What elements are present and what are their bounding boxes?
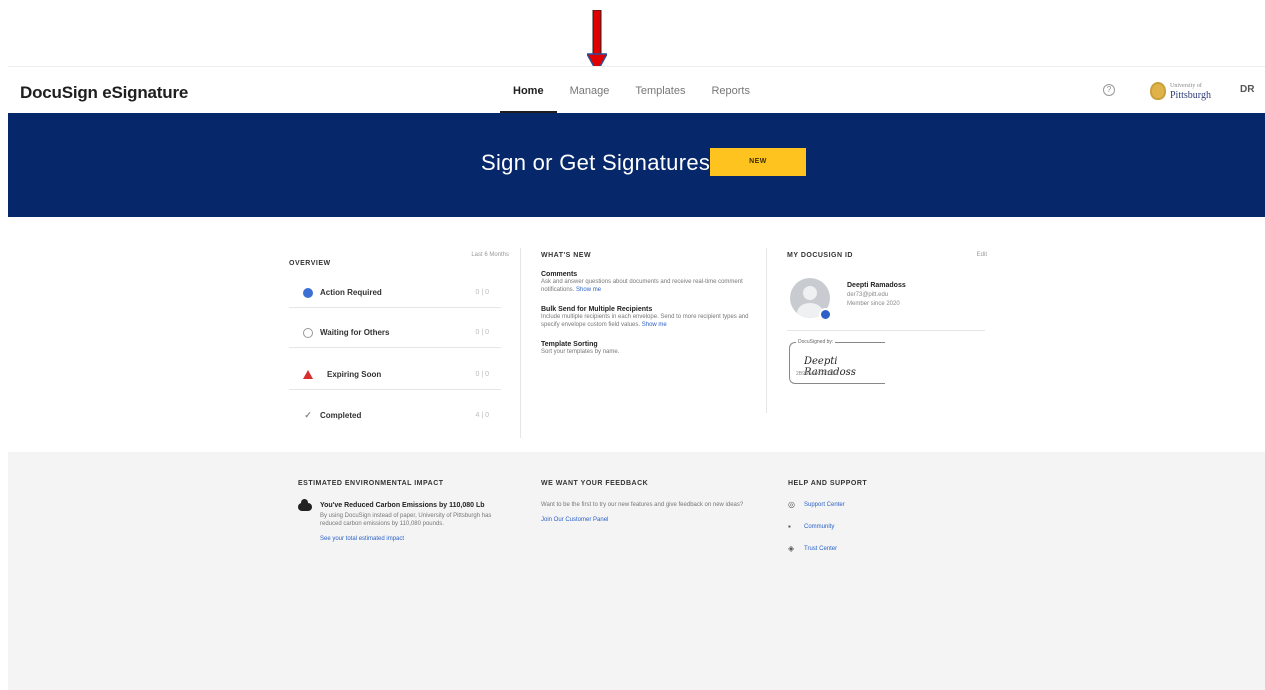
annotation-arrow-icon [587, 10, 607, 72]
shield-icon: ◈ [788, 544, 795, 553]
account-logo[interactable]: University of Pittsburgh [1150, 77, 1212, 105]
environmental-impact-section: ESTIMATED ENVIRONMENTAL IMPACT You've Re… [298, 480, 498, 542]
main-nav: Home Manage Templates Reports [500, 67, 763, 114]
overview-row-label: Expiring Soon [327, 370, 382, 379]
tab-reports[interactable]: Reports [698, 67, 763, 114]
page: DocuSign eSignature Home Manage Template… [0, 0, 1265, 690]
whats-new-item: Template Sorting Sort your templates by … [541, 341, 756, 356]
community-icon: ▪ [788, 522, 791, 531]
help-support-heading: HELP AND SUPPORT [788, 480, 868, 487]
feedback-heading: WE WANT YOUR FEEDBACK [541, 480, 649, 487]
start-button[interactable]: NEW [710, 148, 806, 176]
whats-new-show-me-link[interactable]: Show me [642, 322, 667, 328]
environmental-impact-body: By using DocuSign instead of paper, Univ… [320, 513, 492, 527]
profile-member-since: Member since 2020 [847, 301, 900, 307]
whats-new-item: Bulk Send for Multiple Recipients Includ… [541, 306, 756, 329]
support-icon: ◎ [788, 500, 795, 509]
whats-new-heading: WHAT'S NEW [541, 252, 592, 259]
my-docusign-id-panel: MY DOCUSIGN ID Edit Deepti Ramadoss der7… [787, 248, 987, 384]
overview-row-label: Action Required [320, 288, 382, 297]
help-item-community[interactable]: ▪ Community [788, 523, 988, 531]
environmental-impact-title: You've Reduced Carbon Emissions by 110,0… [320, 502, 485, 509]
whats-new-item-body: Sort your templates by name. [541, 349, 620, 355]
divider [787, 330, 985, 331]
banner-title: Sign or Get Signatures [481, 150, 711, 175]
footer-area: ESTIMATED ENVIRONMENTAL IMPACT You've Re… [8, 452, 1265, 690]
overview-heading: OVERVIEW [289, 260, 331, 267]
overview-row-action-required[interactable]: Action Required 0 | 0 [289, 278, 501, 308]
divider [520, 248, 521, 438]
overview-row-count: 0 | 0 [475, 329, 490, 336]
check-icon: ✓ [304, 410, 312, 420]
overview-row-expiring[interactable]: Expiring Soon 0 | 0 [289, 360, 501, 390]
action-dot-icon [303, 287, 313, 298]
feedback-body: Want to be the first to try our new feat… [541, 502, 744, 508]
feedback-section: WE WANT YOUR FEEDBACK Want to be the fir… [541, 480, 751, 523]
hero-banner: Sign or Get Signatures NEW [8, 113, 1265, 217]
whats-new-item-title: Bulk Send for Multiple Recipients [541, 306, 653, 313]
tab-home[interactable]: Home [500, 67, 557, 114]
signature-id: 2B9A9A8C3F75E4... [796, 371, 843, 377]
cloud-icon [298, 499, 312, 511]
clock-icon [303, 327, 313, 338]
help-support-section: HELP AND SUPPORT ◎ Support Center ▪ Comm… [788, 480, 988, 553]
overview-range[interactable]: Last 6 Months [471, 252, 509, 258]
help-item-trust-center[interactable]: ◈ Trust Center [788, 545, 988, 553]
overview-row-waiting[interactable]: Waiting for Others 0 | 0 [289, 318, 501, 348]
my-docusign-id-heading: MY DOCUSIGN ID [787, 252, 853, 259]
overview-row-label: Waiting for Others [320, 328, 390, 337]
brand-logo[interactable]: DocuSign eSignature [20, 83, 188, 103]
whats-new-panel: WHAT'S NEW Comments Ask and answer quest… [541, 248, 756, 356]
overview-row-label: Completed [320, 410, 362, 420]
total-impact-link[interactable]: See your total estimated impact [320, 536, 498, 542]
environmental-impact-heading: ESTIMATED ENVIRONMENTAL IMPACT [298, 480, 444, 487]
profile-email: der73@pitt.edu [847, 292, 889, 298]
help-item-label[interactable]: Community [804, 524, 834, 530]
customer-panel-link[interactable]: Join Our Customer Panel [541, 517, 751, 523]
user-avatar-initials[interactable]: DR [1240, 84, 1254, 95]
whats-new-show-me-link[interactable]: Show me [576, 287, 601, 293]
tab-templates[interactable]: Templates [622, 67, 698, 114]
account-logo-main: Pittsburgh [1170, 90, 1211, 101]
overview-row-count: 0 | 0 [475, 371, 490, 378]
overview-row-count: 0 | 0 [475, 289, 490, 296]
overview-panel: OVERVIEW Last 6 Months Action Required 0… [285, 248, 515, 438]
whats-new-item-body: Ask and answer questions about documents… [541, 279, 743, 293]
divider [766, 248, 767, 413]
warning-icon [303, 370, 313, 379]
whats-new-item-title: Comments [541, 271, 578, 278]
edit-profile-link[interactable]: Edit [977, 252, 987, 258]
overview-row-completed[interactable]: ✓ Completed 4 | 0 [289, 400, 501, 430]
whats-new-item-title: Template Sorting [541, 341, 598, 348]
camera-icon[interactable] [819, 308, 832, 321]
university-seal-icon [1150, 82, 1166, 100]
profile-name: Deepti Ramadoss [847, 282, 906, 289]
signature-preview[interactable]: DocuSigned by: Deepti Ramadoss 2B9A9A8C3… [789, 339, 885, 384]
whats-new-item: Comments Ask and answer questions about … [541, 271, 756, 294]
help-item-support-center[interactable]: ◎ Support Center [788, 501, 988, 509]
signature-caption: DocuSigned by: [796, 339, 836, 345]
top-header: DocuSign eSignature Home Manage Template… [8, 66, 1265, 114]
help-item-label[interactable]: Support Center [804, 502, 845, 508]
overview-row-count: 4 | 0 [475, 411, 490, 419]
tab-manage[interactable]: Manage [557, 67, 623, 114]
help-icon[interactable]: ? [1103, 84, 1115, 96]
help-item-label[interactable]: Trust Center [804, 546, 837, 552]
